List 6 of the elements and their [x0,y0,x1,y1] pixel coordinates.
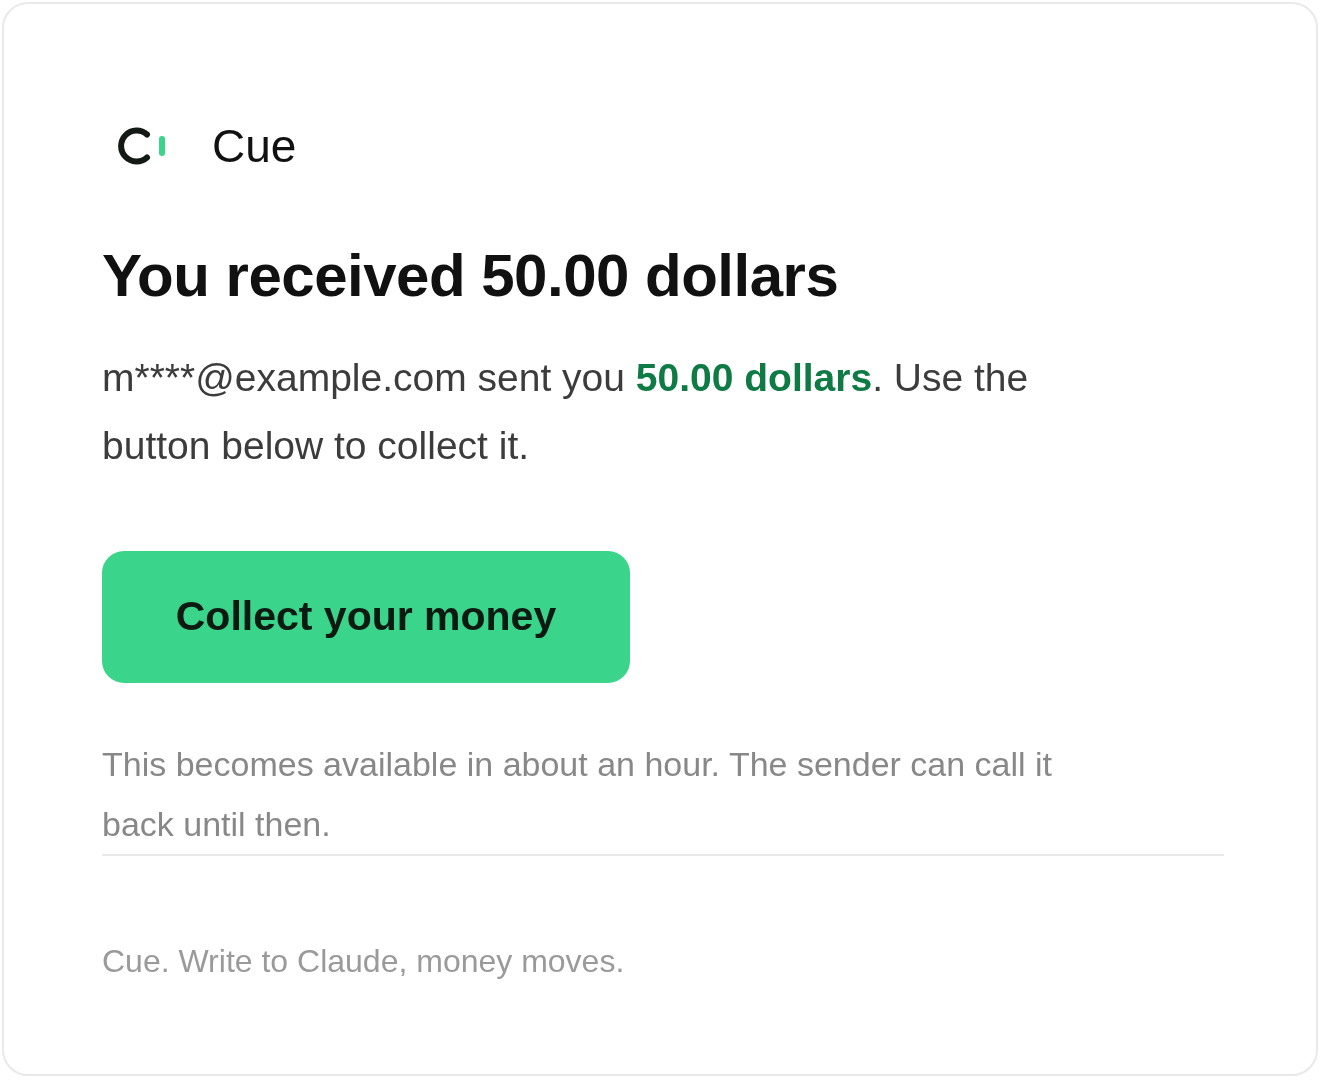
brand-name: Cue [212,123,297,169]
footer-text: Cue. Write to Claude, money moves. [102,942,626,981]
message-text: m****@example.com sent you 50.00 dollars. Use the button below to collect it. [102,355,1030,469]
collect-money-button[interactable]: Collect your money [102,551,630,683]
note-text: This becomes available in about an hour. The sender can call it back until then. [102,744,1054,845]
heading: You received 50.00 dollars [102,241,840,311]
